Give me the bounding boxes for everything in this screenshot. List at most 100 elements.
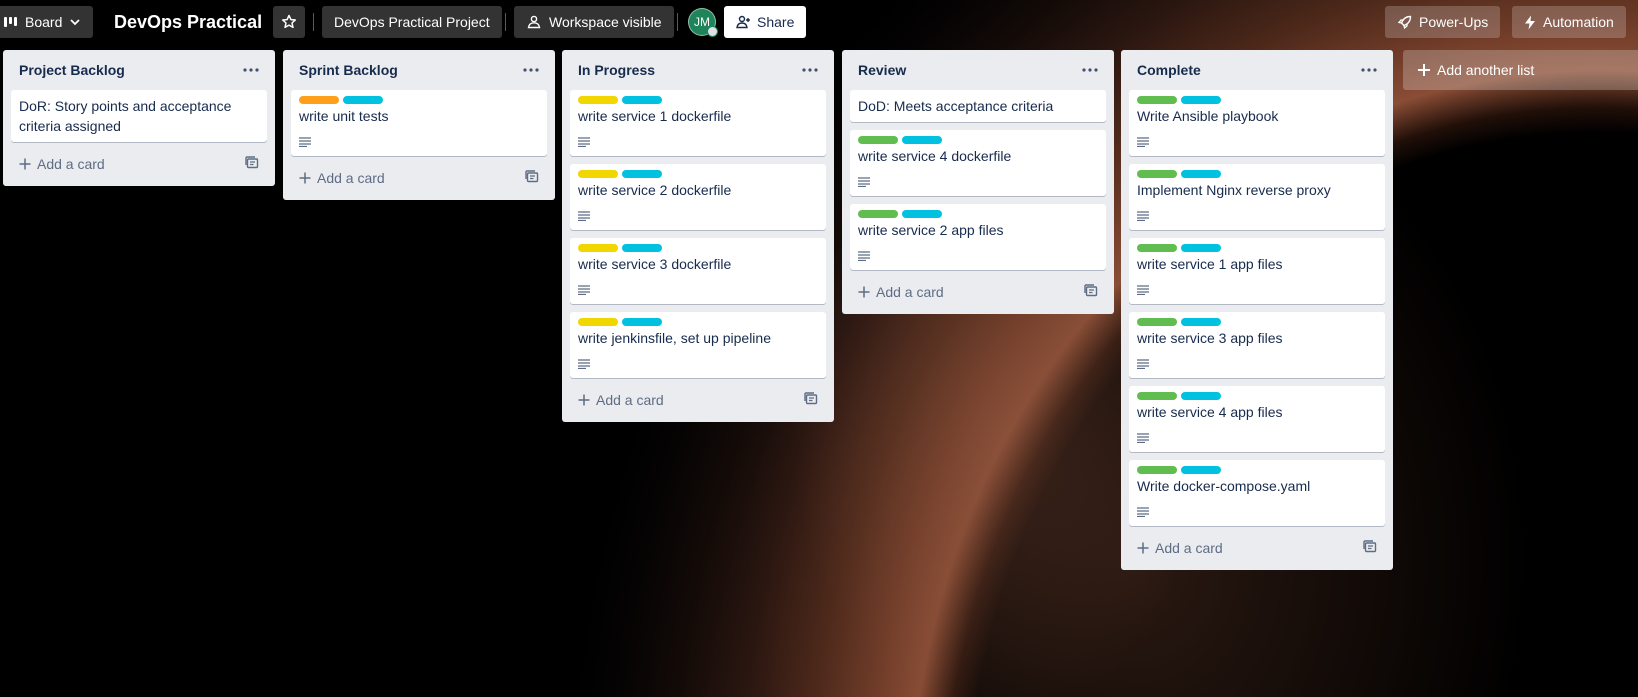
card-labels [578, 170, 818, 178]
share-label: Share [757, 14, 795, 30]
card[interactable]: write jenkinsfile, set up pipeline [570, 312, 826, 378]
label-cyan[interactable] [622, 244, 662, 252]
powerups-button[interactable]: Power-Ups [1385, 6, 1501, 38]
board-title[interactable]: DevOps Practical [114, 8, 262, 36]
label-cyan[interactable] [1181, 96, 1221, 104]
label-green[interactable] [1137, 466, 1177, 474]
create-from-template-icon[interactable] [525, 170, 539, 186]
card-title: DoD: Meets acceptance criteria [858, 98, 1054, 114]
create-from-template-icon[interactable] [804, 392, 818, 408]
description-icon [858, 172, 1098, 192]
list-header: In Progress [570, 50, 826, 90]
workspace-button[interactable]: DevOps Practical Project [322, 6, 502, 38]
label-green[interactable] [1137, 392, 1177, 400]
label-yellow[interactable] [578, 244, 618, 252]
create-from-template-icon[interactable] [1363, 540, 1377, 556]
label-cyan[interactable] [343, 96, 383, 104]
card[interactable]: DoD: Meets acceptance criteria [850, 90, 1106, 122]
card[interactable]: Implement Nginx reverse proxy [1129, 164, 1385, 230]
add-card-button[interactable]: Add a card [299, 170, 385, 186]
add-card-button[interactable]: Add a card [578, 392, 664, 408]
add-card-button[interactable]: Add a card [858, 284, 944, 300]
label-cyan[interactable] [1181, 392, 1221, 400]
card[interactable]: write service 2 app files [850, 204, 1106, 270]
share-button[interactable]: Share [724, 6, 807, 38]
plus-icon [1418, 64, 1430, 76]
label-cyan[interactable] [902, 210, 942, 218]
label-green[interactable] [1137, 318, 1177, 326]
card[interactable]: write service 3 dockerfile [570, 238, 826, 304]
view-switcher-button[interactable]: Board [0, 6, 94, 38]
card-labels [858, 210, 1098, 218]
description-icon [578, 132, 818, 152]
card-title: Write docker-compose.yaml [1137, 478, 1311, 494]
card[interactable]: write service 3 app files [1129, 312, 1385, 378]
card[interactable]: Write Ansible playbook [1129, 90, 1385, 156]
label-cyan[interactable] [902, 136, 942, 144]
label-cyan[interactable] [1181, 244, 1221, 252]
description-icon [1137, 502, 1377, 522]
list-menu-icon[interactable] [519, 58, 543, 82]
list-menu-icon[interactable] [1078, 58, 1102, 82]
card[interactable]: Write docker-compose.yaml [1129, 460, 1385, 526]
label-green[interactable] [1137, 96, 1177, 104]
description-icon [858, 246, 1098, 266]
card-title: DoR: Story points and acceptance criteri… [19, 98, 232, 134]
list-title[interactable]: In Progress [578, 62, 655, 78]
card-title: write jenkinsfile, set up pipeline [578, 330, 771, 346]
create-from-template-icon[interactable] [245, 156, 259, 172]
card[interactable]: DoR: Story points and acceptance criteri… [11, 90, 267, 142]
card[interactable]: write service 4 app files [1129, 386, 1385, 452]
add-card-button[interactable]: Add a card [1137, 540, 1223, 556]
add-card-button[interactable]: Add a card [19, 156, 105, 172]
list-menu-icon[interactable] [798, 58, 822, 82]
card-title: write service 4 dockerfile [858, 148, 1012, 164]
label-yellow[interactable] [578, 96, 618, 104]
label-yellow[interactable] [578, 170, 618, 178]
visibility-button[interactable]: Workspace visible [514, 6, 674, 38]
card[interactable]: write service 1 dockerfile [570, 90, 826, 156]
card-labels [578, 96, 818, 104]
lightning-icon [1525, 15, 1535, 29]
list-header: Complete [1129, 50, 1385, 90]
label-green[interactable] [1137, 170, 1177, 178]
card-title: write service 3 dockerfile [578, 256, 732, 272]
card-labels [299, 96, 539, 104]
list-title[interactable]: Project Backlog [19, 62, 125, 78]
label-green[interactable] [858, 136, 898, 144]
label-cyan[interactable] [1181, 170, 1221, 178]
add-card-label: Add a card [37, 156, 105, 172]
list-title[interactable]: Complete [1137, 62, 1201, 78]
card[interactable]: write service 2 dockerfile [570, 164, 826, 230]
rocket-icon [1397, 15, 1412, 29]
automation-button[interactable]: Automation [1512, 6, 1626, 38]
list-title[interactable]: Review [858, 62, 906, 78]
list-sprint-backlog: Sprint Backlog write unit tests Add a card [283, 50, 555, 200]
star-icon [281, 14, 297, 29]
card[interactable]: write service 1 app files [1129, 238, 1385, 304]
label-cyan[interactable] [1181, 318, 1221, 326]
label-green[interactable] [858, 210, 898, 218]
list-menu-icon[interactable] [1357, 58, 1381, 82]
card[interactable]: write service 4 dockerfile [850, 130, 1106, 196]
label-orange[interactable] [299, 96, 339, 104]
list-header: Sprint Backlog [291, 50, 547, 90]
label-cyan[interactable] [1181, 466, 1221, 474]
card-labels [1137, 96, 1377, 104]
add-card-label: Add a card [1155, 540, 1223, 556]
description-icon [1137, 132, 1377, 152]
label-cyan[interactable] [622, 96, 662, 104]
create-from-template-icon[interactable] [1084, 284, 1098, 300]
add-list-button[interactable]: Add another list [1403, 50, 1638, 90]
card[interactable]: write unit tests [291, 90, 547, 156]
add-card-row: Add a card [570, 386, 826, 414]
list-menu-icon[interactable] [239, 58, 263, 82]
visibility-label: Workspace visible [549, 14, 662, 30]
list-title[interactable]: Sprint Backlog [299, 62, 398, 78]
star-board-button[interactable] [273, 6, 305, 38]
label-green[interactable] [1137, 244, 1177, 252]
label-cyan[interactable] [622, 318, 662, 326]
label-yellow[interactable] [578, 318, 618, 326]
label-cyan[interactable] [622, 170, 662, 178]
member-avatar[interactable]: JM [688, 8, 718, 37]
